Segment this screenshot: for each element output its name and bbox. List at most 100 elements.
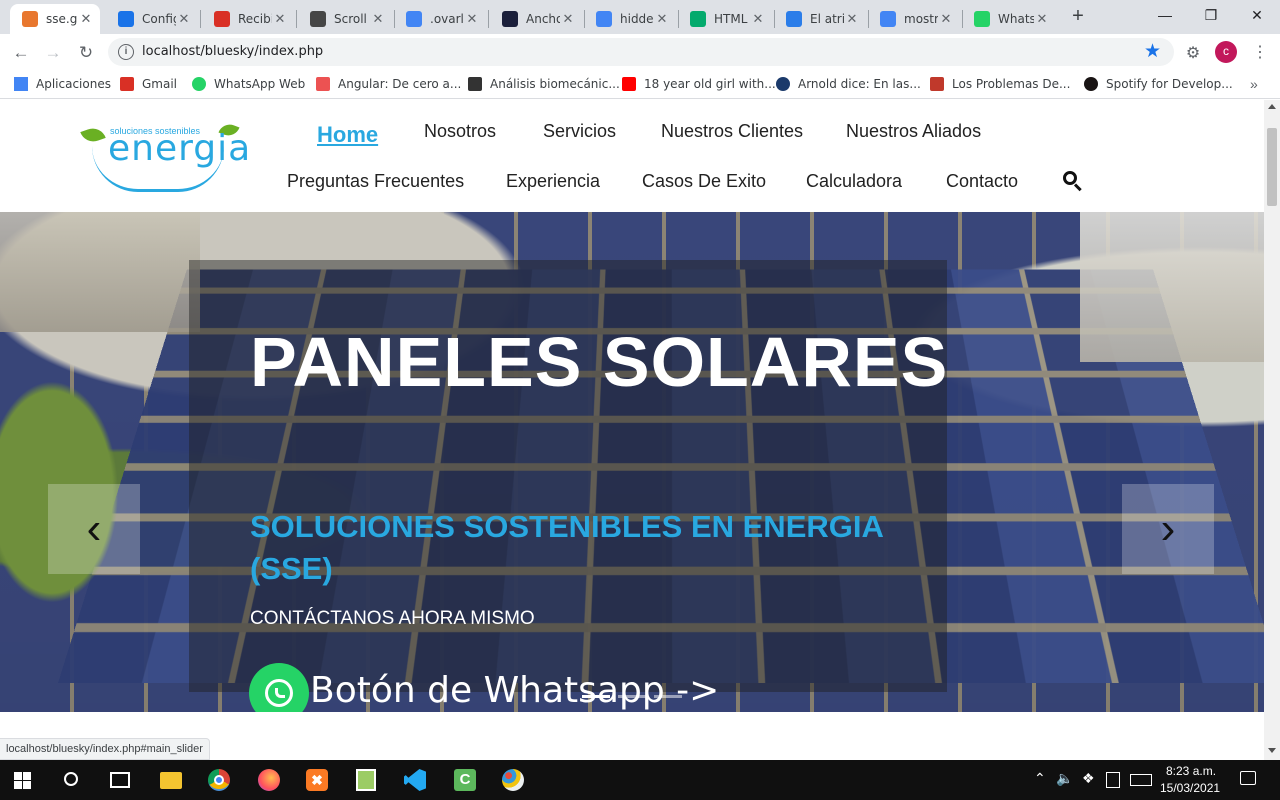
menu-kebab-icon[interactable]: ⋮ bbox=[1252, 42, 1268, 62]
tab-7[interactable]: HTML ✕ bbox=[678, 4, 772, 34]
wifi-icon[interactable]: ❖ bbox=[1082, 770, 1095, 787]
tab-close-icon[interactable]: ✕ bbox=[176, 11, 192, 27]
bookmark-label: Spotify for Develop... bbox=[1106, 77, 1233, 91]
new-tab-button[interactable]: + bbox=[1066, 6, 1090, 28]
notepad-icon[interactable] bbox=[356, 769, 376, 791]
nav-link-nuestros-clientes[interactable]: Nuestros Clientes bbox=[661, 121, 803, 142]
bookmark-item[interactable]: Análisis biomecánic... bbox=[468, 77, 620, 91]
forward-arrow-icon[interactable]: → bbox=[40, 40, 66, 66]
bookmark-item[interactable]: 18 year old girl with... bbox=[622, 77, 776, 91]
tab-title: hidde bbox=[620, 12, 654, 26]
bookmark-label: 18 year old girl with... bbox=[644, 77, 776, 91]
nav-link-experiencia[interactable]: Experiencia bbox=[506, 171, 600, 192]
bookmark-item[interactable]: Gmail bbox=[120, 77, 177, 91]
tab-title: .ovarla bbox=[430, 12, 464, 26]
tab-close-icon[interactable]: ✕ bbox=[750, 11, 766, 27]
tab-close-icon[interactable]: ✕ bbox=[78, 11, 94, 27]
search-icon[interactable] bbox=[64, 772, 78, 786]
more-bookmarks-chevron-icon[interactable]: » bbox=[1250, 76, 1258, 92]
clock-time[interactable]: 8:23 a.m. bbox=[1166, 764, 1216, 778]
tab-close-icon[interactable]: ✕ bbox=[844, 11, 860, 27]
tab-8[interactable]: El atri ✕ bbox=[774, 4, 866, 34]
scrollbar-thumb[interactable] bbox=[1267, 128, 1277, 206]
bookmark-item[interactable]: Los Problemas De... bbox=[930, 77, 1070, 91]
windows-taskbar: ✖ C ⌃ 🔈 ❖ 8:23 a.m. 15/03/2021 bbox=[0, 760, 1280, 800]
firefox-icon[interactable] bbox=[258, 769, 280, 791]
building-right bbox=[1080, 212, 1264, 362]
xampp-icon[interactable]: ✖ bbox=[306, 769, 328, 791]
bookmark-item[interactable]: Angular: De cero a... bbox=[316, 77, 461, 91]
nav-link-nosotros[interactable]: Nosotros bbox=[424, 121, 496, 142]
building-left bbox=[0, 212, 200, 332]
bookmark-item[interactable]: Arnold dice: En las... bbox=[776, 77, 921, 91]
tab-close-icon[interactable]: ✕ bbox=[654, 11, 670, 27]
search-icon[interactable] bbox=[1063, 171, 1083, 192]
whatsapp-button-text[interactable]: Botón de Whatsapp -> bbox=[310, 670, 719, 711]
bookmark-item[interactable]: Spotify for Develop... bbox=[1084, 77, 1233, 91]
profile-avatar[interactable]: c bbox=[1215, 41, 1237, 63]
clock-date[interactable]: 15/03/2021 bbox=[1160, 781, 1220, 795]
tab-10[interactable]: Whats ✕ bbox=[962, 4, 1056, 34]
site-logo[interactable]: soluciones sostenibles energia bbox=[80, 120, 250, 194]
windows-start-icon[interactable] bbox=[14, 772, 31, 789]
tab-6[interactable]: hidde ✕ bbox=[584, 4, 676, 34]
speaker-icon[interactable]: 🔈 bbox=[1056, 770, 1073, 787]
tab-close-icon[interactable]: ✕ bbox=[560, 11, 576, 27]
reload-icon[interactable]: ↻ bbox=[73, 40, 99, 66]
nav-link-home[interactable]: Home bbox=[317, 122, 378, 148]
wordpress-favicon-icon bbox=[310, 11, 326, 27]
slider-indicator-1[interactable] bbox=[582, 695, 610, 698]
tab-9[interactable]: mostr ✕ bbox=[868, 4, 960, 34]
tab-2[interactable]: Recibi ✕ bbox=[202, 4, 294, 34]
status-url: localhost/bluesky/index.php#main_slider bbox=[6, 743, 203, 755]
bookmark-star-icon[interactable]: ★ bbox=[1144, 40, 1161, 63]
paint-icon[interactable] bbox=[502, 769, 524, 791]
slider-next-button[interactable]: › bbox=[1122, 484, 1214, 574]
slider-prev-button[interactable]: ‹ bbox=[48, 484, 140, 574]
tab-close-icon[interactable]: ✕ bbox=[938, 11, 954, 27]
gmail-favicon-icon bbox=[214, 11, 230, 27]
hero-title: PANELES SOLARES bbox=[250, 323, 949, 401]
scroll-down-arrow-icon[interactable] bbox=[1268, 748, 1276, 753]
maximize-button[interactable]: ❐ bbox=[1188, 0, 1234, 30]
bookmark-item[interactable]: WhatsApp Web bbox=[192, 77, 305, 91]
extensions-puzzle-icon[interactable]: ⚙ bbox=[1180, 40, 1206, 66]
tab-5[interactable]: Ancho ✕ bbox=[490, 4, 582, 34]
vscode-icon[interactable] bbox=[404, 769, 426, 791]
notification-icon[interactable] bbox=[1240, 771, 1256, 785]
bookmark-item[interactable]: Aplicaciones bbox=[14, 77, 111, 91]
file-explorer-icon[interactable] bbox=[160, 772, 182, 789]
nav-link-contacto[interactable]: Contacto bbox=[946, 171, 1018, 192]
info-icon[interactable]: i bbox=[118, 44, 134, 60]
minimize-button[interactable]: — bbox=[1142, 0, 1188, 30]
tab-title: Whats bbox=[998, 12, 1034, 26]
url-text[interactable]: localhost/bluesky/index.php bbox=[142, 44, 323, 59]
nav-link-nuestros-aliados[interactable]: Nuestros Aliados bbox=[846, 121, 981, 142]
back-arrow-icon[interactable]: ← bbox=[8, 40, 34, 66]
slider-indicator-2[interactable] bbox=[618, 695, 646, 698]
close-window-button[interactable]: ✕ bbox=[1234, 0, 1280, 30]
nav-link-calculadora[interactable]: Calculadora bbox=[806, 171, 902, 192]
tray-chevron-icon[interactable]: ⌃ bbox=[1034, 770, 1046, 787]
tab-close-icon[interactable]: ✕ bbox=[464, 11, 480, 27]
tab-4[interactable]: .ovarla✕ bbox=[394, 4, 486, 34]
nav-link-servicios[interactable]: Servicios bbox=[543, 121, 616, 142]
chrome-icon[interactable] bbox=[208, 769, 230, 791]
nav-link-preguntas-frecuentes[interactable]: Preguntas Frecuentes bbox=[287, 171, 464, 192]
tab-title: sse.gr bbox=[46, 12, 78, 26]
tab-close-icon[interactable]: ✕ bbox=[370, 11, 386, 27]
notes-icon[interactable] bbox=[1106, 772, 1120, 788]
address-bar[interactable]: i localhost/bluesky/index.php ★ bbox=[108, 38, 1174, 66]
tab-close-icon[interactable]: ✕ bbox=[272, 11, 288, 27]
keyboard-icon[interactable] bbox=[1130, 774, 1152, 786]
tab-1[interactable]: Config✕ bbox=[106, 4, 198, 34]
scroll-up-arrow-icon[interactable] bbox=[1268, 104, 1276, 109]
task-view-icon[interactable] bbox=[110, 772, 130, 788]
tab-0[interactable]: sse.gr✕ bbox=[10, 4, 100, 34]
tab-close-icon[interactable]: ✕ bbox=[1034, 11, 1050, 27]
camtasia-icon[interactable]: C bbox=[454, 769, 476, 791]
nav-link-casos-de-exito[interactable]: Casos De Exito bbox=[642, 171, 766, 192]
slider-indicator-3[interactable] bbox=[654, 695, 682, 698]
tab-3[interactable]: Scroll ✕ bbox=[298, 4, 392, 34]
spotify-icon bbox=[1084, 77, 1098, 91]
